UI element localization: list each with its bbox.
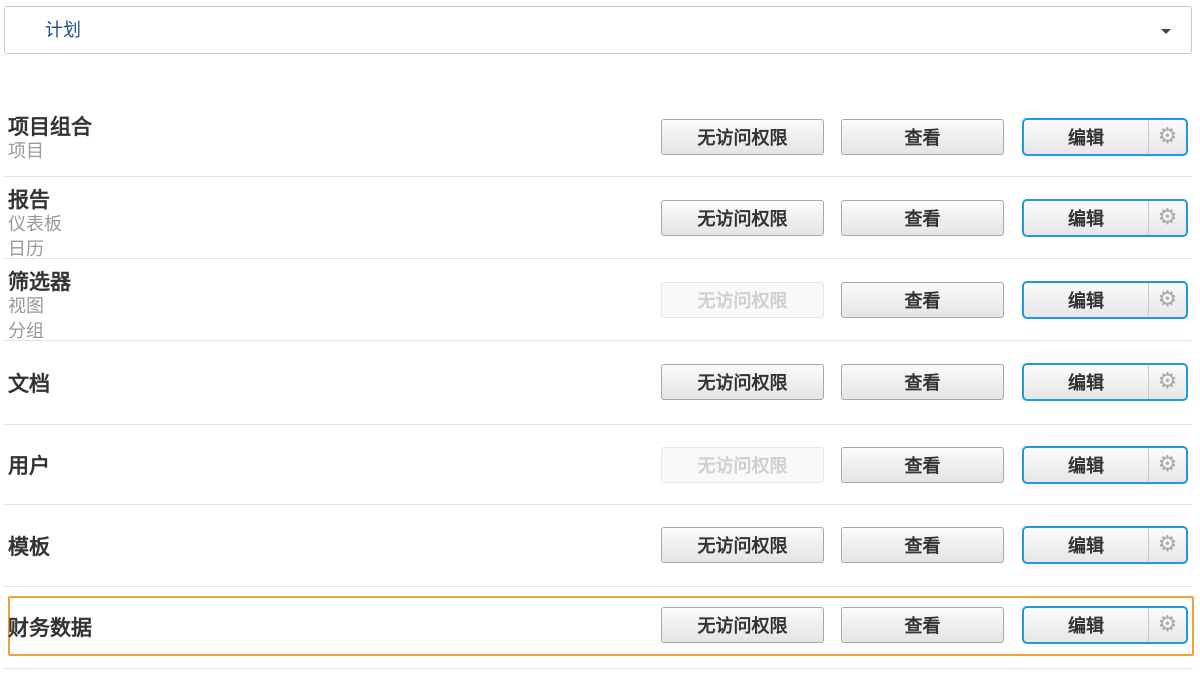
- row-title: 文档: [8, 372, 50, 396]
- row-label: 项目组合 项目: [8, 115, 92, 167]
- chevron-down-icon: [1161, 29, 1171, 34]
- permission-row-documents: [4, 340, 1192, 425]
- permission-row-templates: [4, 504, 1192, 587]
- no-access-button[interactable]: 无访问权限: [661, 607, 824, 643]
- row-title: 项目组合: [8, 115, 92, 139]
- gear-icon[interactable]: ⚙: [1149, 608, 1186, 642]
- row-title: 筛选器: [8, 270, 71, 294]
- row-label: 筛选器 视图 分组: [8, 270, 71, 340]
- row-label: 模板: [8, 535, 50, 563]
- row-subtitle: 仪表板: [8, 214, 62, 235]
- view-button[interactable]: 查看: [841, 447, 1004, 483]
- no-access-button[interactable]: 无访问权限: [661, 364, 824, 400]
- edit-button-group[interactable]: 编辑 ⚙: [1022, 281, 1188, 319]
- row-title: 模板: [8, 535, 50, 559]
- edit-button-group[interactable]: 编辑 ⚙: [1022, 446, 1188, 484]
- category-select-value: 计划: [45, 20, 81, 41]
- edit-button[interactable]: 编辑: [1024, 608, 1149, 642]
- row-highlight-frame: [8, 596, 1194, 656]
- edit-button[interactable]: 编辑: [1024, 448, 1149, 482]
- row-subtitle: 视图: [8, 296, 44, 317]
- no-access-button[interactable]: 无访问权限: [661, 200, 824, 236]
- view-button[interactable]: 查看: [841, 527, 1004, 563]
- gear-icon[interactable]: ⚙: [1149, 528, 1186, 562]
- no-access-button: 无访问权限: [661, 282, 824, 318]
- permission-row-portfolio: [4, 96, 1192, 177]
- edit-button[interactable]: 编辑: [1024, 528, 1149, 562]
- row-title: 用户: [8, 454, 50, 478]
- row-subtitle: 项目: [8, 141, 44, 162]
- edit-button[interactable]: 编辑: [1024, 201, 1149, 235]
- edit-button-group[interactable]: 编辑 ⚙: [1022, 606, 1188, 644]
- permission-row-filters: [4, 258, 1192, 341]
- no-access-button[interactable]: 无访问权限: [661, 527, 824, 563]
- view-button[interactable]: 查看: [841, 200, 1004, 236]
- gear-icon[interactable]: ⚙: [1149, 283, 1186, 317]
- row-label: 财务数据: [8, 616, 92, 644]
- row-label: 报告 仪表板 日历: [8, 188, 62, 258]
- row-subtitle: 分组: [8, 321, 44, 340]
- gear-icon[interactable]: ⚙: [1149, 448, 1186, 482]
- no-access-button[interactable]: 无访问权限: [661, 119, 824, 155]
- edit-button-group[interactable]: 编辑 ⚙: [1022, 118, 1188, 156]
- row-title: 财务数据: [8, 616, 92, 640]
- edit-button[interactable]: 编辑: [1024, 120, 1149, 154]
- edit-button-group[interactable]: 编辑 ⚙: [1022, 199, 1188, 237]
- permission-row-users: [4, 424, 1192, 505]
- no-access-button: 无访问权限: [661, 447, 824, 483]
- row-title: 报告: [8, 188, 50, 212]
- edit-button-group[interactable]: 编辑 ⚙: [1022, 526, 1188, 564]
- category-select[interactable]: 计划: [4, 6, 1192, 54]
- gear-icon[interactable]: ⚙: [1149, 120, 1186, 154]
- edit-button[interactable]: 编辑: [1024, 283, 1149, 317]
- edit-button[interactable]: 编辑: [1024, 365, 1149, 399]
- edit-button-group[interactable]: 编辑 ⚙: [1022, 363, 1188, 401]
- row-label: 用户: [8, 454, 50, 482]
- gear-icon[interactable]: ⚙: [1149, 365, 1186, 399]
- view-button[interactable]: 查看: [841, 607, 1004, 643]
- view-button[interactable]: 查看: [841, 282, 1004, 318]
- row-subtitle: 日历: [8, 239, 44, 258]
- view-button[interactable]: 查看: [841, 119, 1004, 155]
- row-label: 文档: [8, 372, 50, 400]
- permission-row-reports: [4, 176, 1192, 259]
- view-button[interactable]: 查看: [841, 364, 1004, 400]
- gear-icon[interactable]: ⚙: [1149, 201, 1186, 235]
